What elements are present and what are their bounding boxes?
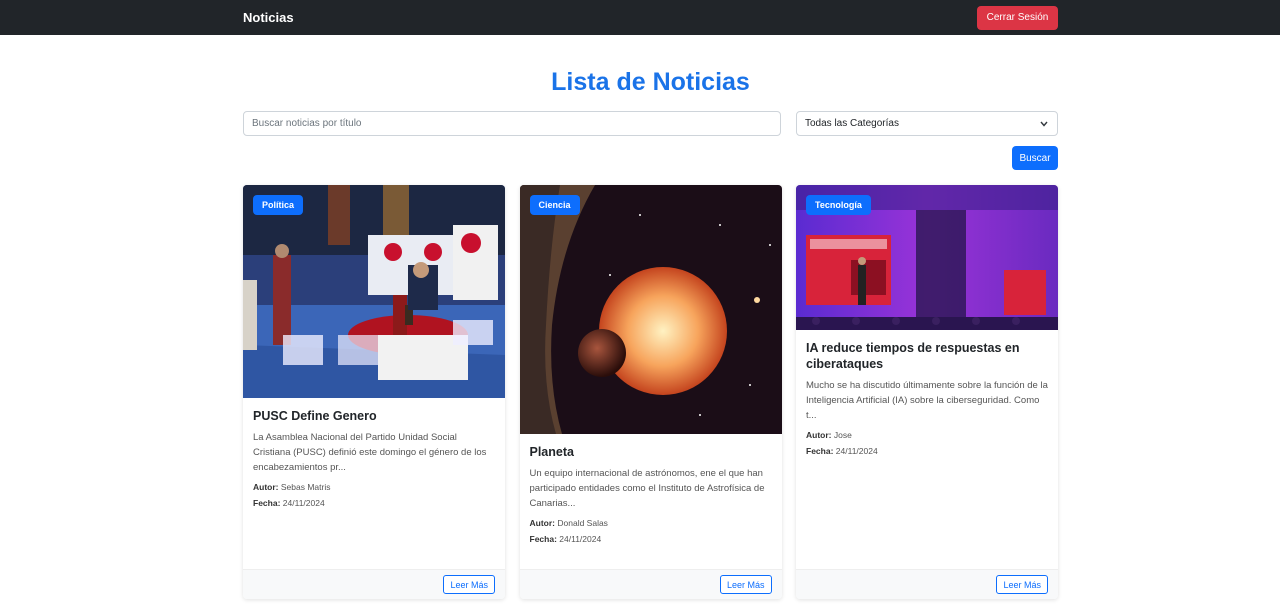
read-more-button[interactable]: Leer Más	[719, 575, 772, 594]
author-value: Sebas Matris	[280, 482, 331, 492]
page-title: Lista de Noticias	[551, 68, 750, 96]
read-more-button[interactable]: Leer Más	[443, 575, 495, 594]
filters-row: Todas las Categorías	[243, 111, 1058, 136]
news-date: Fecha: 24/11/2024	[253, 495, 495, 511]
date-label: Fecha:	[529, 534, 557, 544]
category-select-value: Todas las Categorías	[805, 118, 899, 129]
news-description: Un equipo internacional de astrónomos, e…	[529, 468, 765, 509]
chevron-down-icon	[1039, 119, 1049, 129]
news-card: Política PUSC Define Genero La Asamblea …	[243, 185, 505, 599]
author-label: Autor:	[806, 430, 832, 440]
card-footer: Leer Más	[796, 569, 1058, 599]
date-label: Fecha:	[806, 446, 834, 456]
news-title: IA reduce tiempos de respuestas en ciber…	[806, 341, 1020, 371]
news-author: Autor: Sebas Matris	[253, 479, 495, 495]
logout-button[interactable]: Cerrar Sesión	[977, 5, 1058, 30]
news-card: Ciencia Planeta Un equipo internacional …	[519, 185, 782, 599]
political-event-photo-icon	[243, 185, 505, 398]
news-list: Política PUSC Define Genero La Asamblea …	[243, 185, 1058, 599]
search-input[interactable]	[243, 111, 781, 136]
author-label: Autor:	[253, 482, 279, 492]
card-footer: Leer Más	[243, 569, 505, 599]
date-value: 24/11/2024	[282, 498, 325, 508]
news-card: Tecnología IA reduce tiempos de respuest…	[796, 185, 1058, 599]
news-image: Ciencia	[519, 185, 782, 434]
author-value: Jose	[833, 430, 852, 440]
search-button[interactable]: Buscar	[1012, 146, 1058, 170]
planet-star-photo-icon	[519, 185, 782, 434]
news-date: Fecha: 24/11/2024	[530, 531, 772, 547]
news-author: Autor: Jose	[806, 427, 1048, 443]
news-image: Política	[243, 185, 505, 398]
brand-title[interactable]: Noticias	[243, 10, 294, 25]
date-label: Fecha:	[253, 498, 281, 508]
main-container: Lista de Noticias Todas las Categorías B…	[243, 69, 1058, 599]
news-title: PUSC Define Genero	[253, 409, 377, 423]
date-value: 24/11/2024	[559, 534, 602, 544]
category-badge: Política	[253, 195, 304, 215]
read-more-button[interactable]: Leer Más	[996, 575, 1048, 594]
news-title: Planeta	[529, 445, 574, 459]
date-value: 24/11/2024	[835, 446, 878, 456]
card-body: Planeta Un equipo internacional de astró…	[520, 434, 782, 547]
author-label: Autor:	[529, 518, 556, 528]
search-button-row: Buscar	[243, 146, 1058, 170]
category-badge: Tecnología	[806, 195, 871, 215]
card-body: PUSC Define Genero La Asamblea Nacional …	[243, 398, 505, 511]
top-navbar: Noticias Cerrar Sesión	[0, 0, 1280, 35]
category-select[interactable]: Todas las Categorías	[796, 111, 1058, 136]
author-value: Donald Salas	[557, 518, 608, 528]
news-date: Fecha: 24/11/2024	[806, 443, 1048, 459]
category-badge: Ciencia	[529, 195, 580, 215]
card-body: IA reduce tiempos de respuestas en ciber…	[796, 330, 1058, 459]
news-author: Autor: Donald Salas	[530, 515, 772, 531]
news-image: Tecnología	[796, 185, 1058, 330]
news-description: Mucho se ha discutido últimamente sobre …	[806, 380, 1048, 421]
news-description: La Asamblea Nacional del Partido Unidad …	[253, 432, 487, 473]
card-footer: Leer Más	[519, 569, 782, 599]
